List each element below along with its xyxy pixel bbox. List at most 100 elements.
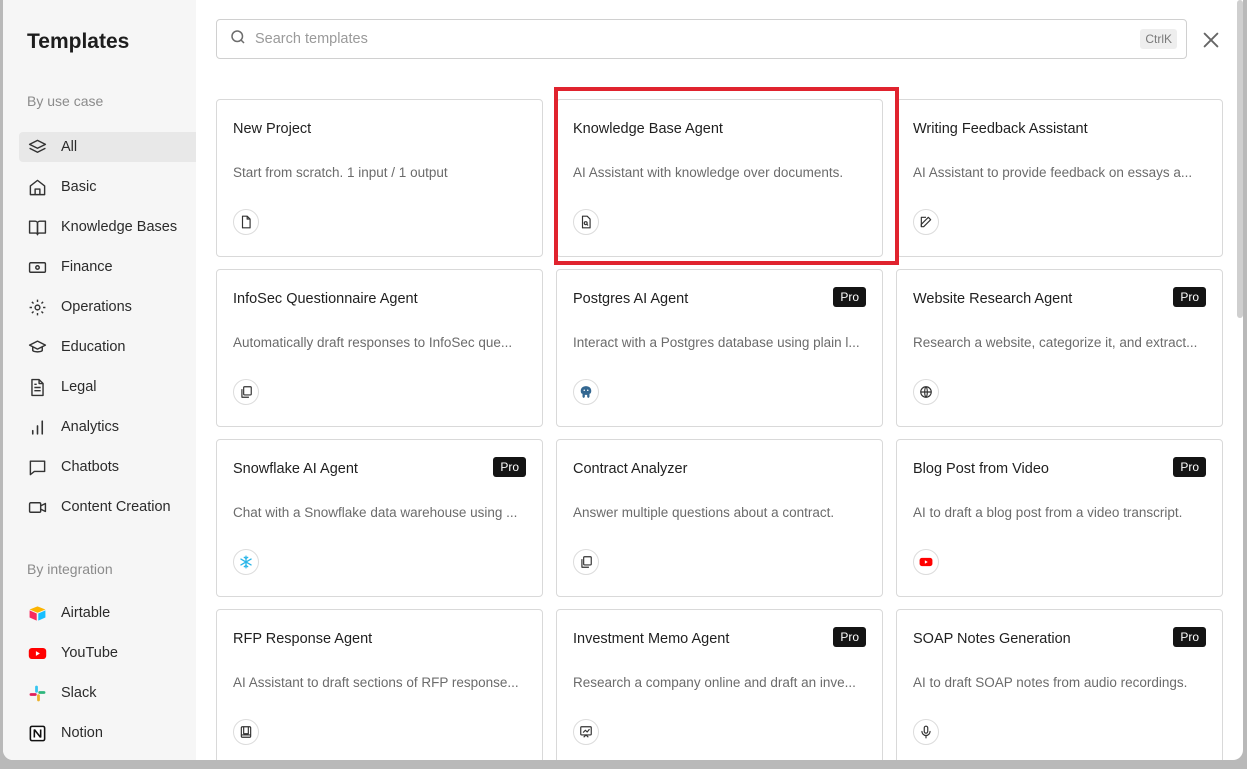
card-description: AI Assistant to draft sections of RFP re…	[233, 675, 519, 690]
scrollbar[interactable]	[1237, 0, 1243, 760]
file-search-icon	[573, 209, 599, 235]
template-card-new-project[interactable]: New Project Start from scratch. 1 input /…	[216, 99, 543, 257]
sidebar-item-slack[interactable]: Slack	[19, 678, 196, 708]
sidebar-item-education[interactable]: Education	[19, 332, 196, 362]
sidebar-item-chatbots[interactable]: Chatbots	[19, 452, 196, 482]
sidebar: Templates By use case All Basic Knowledg…	[3, 0, 196, 760]
globe-icon	[913, 379, 939, 405]
card-title: Investment Memo Agent	[573, 631, 730, 647]
pro-badge: Pro	[1173, 457, 1206, 477]
sidebar-item-airtable[interactable]: Airtable	[19, 598, 196, 628]
sidebar-item-label: All	[61, 139, 78, 155]
sidebar-item-label: Slack	[61, 685, 97, 701]
card-description: Interact with a Postgres database using …	[573, 335, 860, 350]
template-card-investment-memo-agent[interactable]: Investment Memo Agent Research a company …	[556, 609, 883, 760]
card-description: Research a company online and draft an i…	[573, 675, 856, 690]
card-title: Snowflake AI Agent	[233, 461, 358, 477]
sidebar-item-label: Legal	[61, 379, 97, 395]
youtube-icon	[27, 643, 47, 663]
template-card-postgres-ai-agent[interactable]: Postgres AI Agent Interact with a Postgre…	[556, 269, 883, 427]
bar-chart-icon	[27, 417, 47, 437]
template-card-soap-notes-generation[interactable]: SOAP Notes Generation AI to draft SOAP no…	[896, 609, 1223, 760]
sidebar-item-label: Finance	[61, 259, 113, 275]
sidebar-item-content-creation[interactable]: Content Creation	[19, 492, 196, 522]
sidebar-item-label: Airtable	[61, 605, 111, 621]
pro-badge: Pro	[493, 457, 526, 477]
sidebar-item-notion[interactable]: Notion	[19, 718, 196, 748]
template-card-snowflake-ai-agent[interactable]: Snowflake AI Agent Chat with a Snowflake …	[216, 439, 543, 597]
video-camera-icon	[27, 497, 47, 517]
sidebar-item-basic[interactable]: Basic	[19, 172, 196, 202]
close-button[interactable]	[1200, 29, 1222, 51]
home-icon	[27, 177, 47, 197]
card-title: Website Research Agent	[913, 291, 1073, 307]
pro-badge: Pro	[1173, 627, 1206, 647]
snowflake-icon	[233, 549, 259, 575]
sidebar-item-label: Education	[61, 339, 126, 355]
close-icon	[1200, 32, 1222, 55]
document-icon	[27, 377, 47, 397]
copy-icon	[573, 549, 599, 575]
search-input[interactable]	[255, 31, 1115, 47]
sidebar-item-knowledge-bases[interactable]: Knowledge Bases	[19, 212, 196, 242]
pencil-icon	[913, 209, 939, 235]
sidebar-item-analytics[interactable]: Analytics	[19, 412, 196, 442]
card-description: Start from scratch. 1 input / 1 output	[233, 165, 448, 180]
slack-icon	[27, 683, 47, 703]
card-description: AI to draft a blog post from a video tra…	[913, 505, 1183, 520]
sidebar-item-label: Chatbots	[61, 459, 120, 475]
card-title: Contract Analyzer	[573, 461, 688, 477]
page-title: Templates	[27, 30, 130, 53]
banknote-icon	[27, 257, 47, 277]
file-icon	[233, 209, 259, 235]
copy-icon	[233, 379, 259, 405]
sidebar-item-label: Operations	[61, 299, 132, 315]
card-title: Writing Feedback Assistant	[913, 121, 1088, 137]
template-card-knowledge-base-agent[interactable]: Knowledge Base Agent AI Assistant with kn…	[556, 99, 883, 257]
template-card-writing-feedback-assistant[interactable]: Writing Feedback Assistant AI Assistant t…	[896, 99, 1223, 257]
sidebar-item-label: Knowledge Bases	[61, 219, 178, 235]
card-title: Knowledge Base Agent	[573, 121, 723, 137]
card-description: AI to draft SOAP notes from audio record…	[913, 675, 1188, 690]
card-title: Blog Post from Video	[913, 461, 1049, 477]
sidebar-item-youtube[interactable]: YouTube	[19, 638, 196, 668]
sidebar-item-finance[interactable]: Finance	[19, 252, 196, 282]
template-card-infosec-questionnaire-agent[interactable]: InfoSec Questionnaire Agent Automatically…	[216, 269, 543, 427]
card-description: Automatically draft responses to InfoSec…	[233, 335, 513, 350]
use-case-section-label: By use case	[27, 93, 104, 109]
search-bar[interactable]: CtrlK	[216, 19, 1187, 59]
card-description: Chat with a Snowflake data warehouse usi…	[233, 505, 518, 520]
main-content: CtrlK New Project Start from scratch. 1 i…	[196, 0, 1243, 760]
template-card-rfp-response-agent[interactable]: RFP Response Agent AI Assistant to draft …	[216, 609, 543, 760]
integration-section-label: By integration	[27, 561, 113, 577]
templates-modal: Templates By use case All Basic Knowledg…	[3, 0, 1243, 760]
card-title: RFP Response Agent	[233, 631, 373, 647]
card-title: SOAP Notes Generation	[913, 631, 1071, 647]
template-card-blog-post-from-video[interactable]: Blog Post from Video AI to draft a blog p…	[896, 439, 1223, 597]
book-square-icon	[233, 719, 259, 745]
card-title: New Project	[233, 121, 312, 137]
template-card-contract-analyzer[interactable]: Contract Analyzer Answer multiple questio…	[556, 439, 883, 597]
sidebar-item-label: Analytics	[61, 419, 120, 435]
card-description: Answer multiple questions about a contra…	[573, 505, 835, 520]
card-title: InfoSec Questionnaire Agent	[233, 291, 418, 307]
graduation-cap-icon	[27, 337, 47, 357]
microphone-icon	[913, 719, 939, 745]
pro-badge: Pro	[833, 287, 866, 307]
layers-icon	[27, 137, 47, 157]
search-icon	[229, 28, 247, 51]
airtable-icon	[27, 603, 47, 623]
sidebar-item-operations[interactable]: Operations	[19, 292, 196, 322]
card-description: Research a website, categorize it, and e…	[913, 335, 1198, 350]
book-icon	[27, 217, 47, 237]
gear-icon	[27, 297, 47, 317]
sidebar-item-label: Content Creation	[61, 499, 171, 515]
youtube-icon	[913, 549, 939, 575]
template-card-website-research-agent[interactable]: Website Research Agent Research a website…	[896, 269, 1223, 427]
sidebar-item-legal[interactable]: Legal	[19, 372, 196, 402]
sidebar-item-label: YouTube	[61, 645, 118, 661]
sidebar-item-label: Notion	[61, 725, 103, 741]
postgres-icon	[573, 379, 599, 405]
scrollbar-thumb[interactable]	[1237, 0, 1243, 318]
sidebar-item-all[interactable]: All	[19, 132, 196, 162]
